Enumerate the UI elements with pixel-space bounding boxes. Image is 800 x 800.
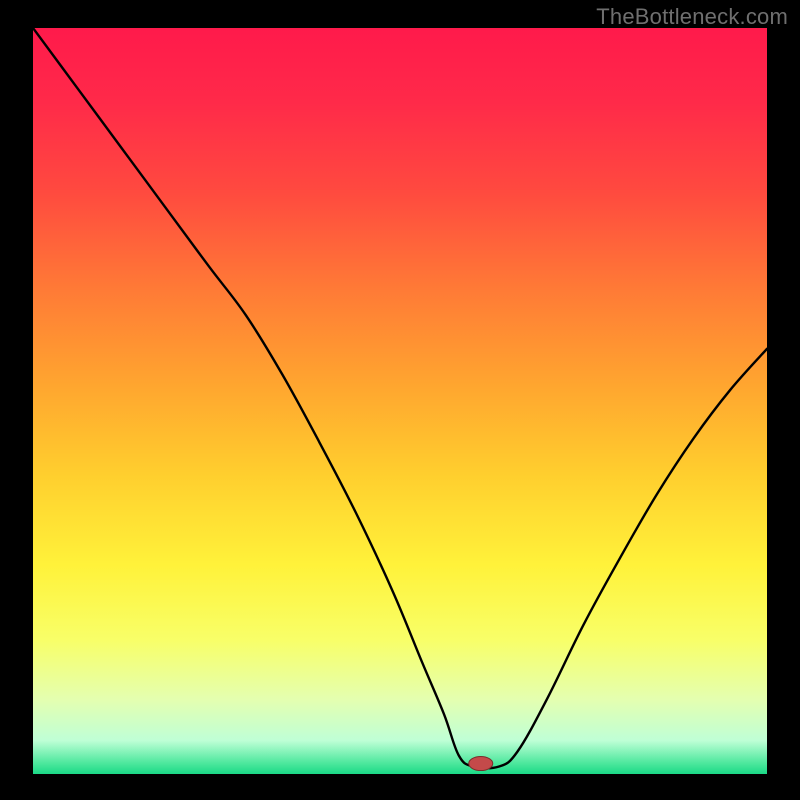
watermark-text: TheBottleneck.com [596,4,788,30]
gradient-background [33,28,767,774]
chart-root: TheBottleneck.com [0,0,800,800]
optimal-point-marker [469,757,493,771]
plot-area [33,28,767,774]
plot-svg [33,28,767,774]
